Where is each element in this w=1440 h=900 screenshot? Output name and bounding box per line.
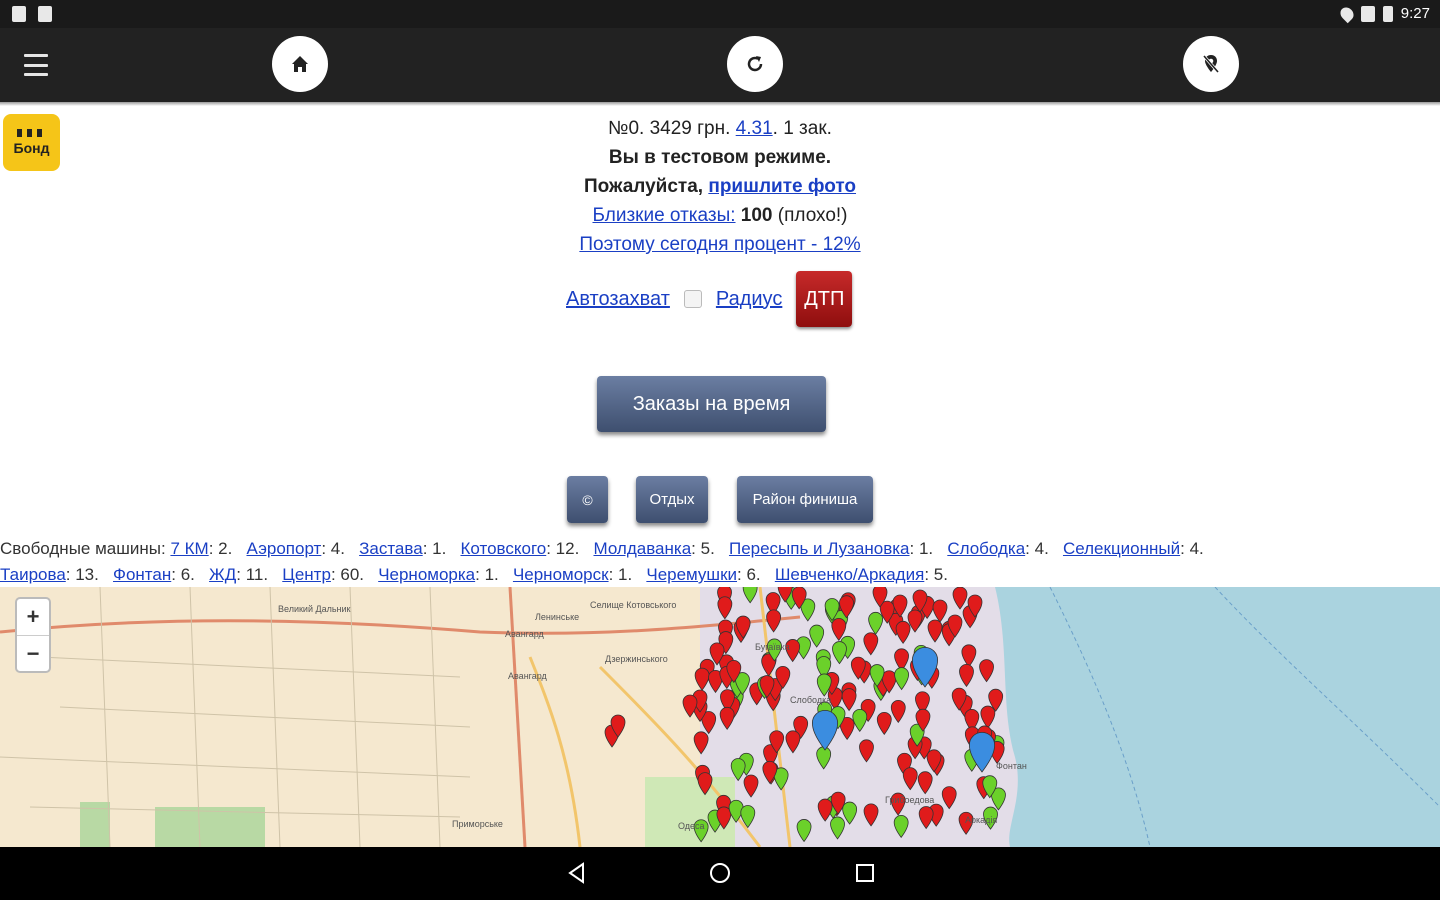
map-label: Слободка [790,695,831,705]
balance-line: №0. 3429 грн. 4.31. 1 зак. [608,118,832,139]
android-nav-bar [0,847,1440,900]
district-count: : 13. [65,565,114,584]
orders-by-time-button[interactable]: Заказы на время [597,376,826,432]
dtp-button[interactable]: ДТП [796,271,853,327]
district-link[interactable]: Фонтан [113,565,171,584]
map-label: Приморське [452,819,503,829]
back-icon[interactable] [565,861,589,885]
location-off-button[interactable] [1183,36,1239,92]
controls-row: Автозахват Радиус ДТП [566,270,853,328]
refusals-line: Близкие отказы: 100 (плохо!) [592,205,848,226]
rest-button[interactable]: Отдых [636,476,708,523]
home-icon [292,56,308,72]
refresh-button[interactable] [727,36,783,92]
zoom-control: + − [15,597,51,673]
district-count: : 1. [422,539,461,558]
map-label: Авангард [505,629,545,639]
battery-icon [1382,5,1393,22]
district-link[interactable]: 7 КМ [170,539,208,558]
free-cars-label: Свободные машины: [0,539,166,558]
map-label: Дзержинського [605,654,668,664]
district-link[interactable]: Котовского [460,539,546,558]
percent-link[interactable]: Поэтому сегодня процент - 12% [579,234,860,255]
district-link[interactable]: Селекционный [1063,539,1180,558]
district-count: : 5. [924,565,963,584]
district-count: : 12. [546,539,594,558]
location-off-icon [1202,55,1220,73]
district-link[interactable]: Застава [359,539,423,558]
map-label: Ленинське [535,612,579,622]
radius-link[interactable]: Радиус [716,288,782,311]
status-time: 9:27 [1400,5,1430,22]
map-canvas: Великий Дальник Ленинське Авангард Селище К… [0,587,1440,847]
district-link[interactable]: Слободка [947,539,1025,558]
copyright-button[interactable]: © [567,476,608,523]
district-count: : 1. [608,565,647,584]
status-left-icons [12,6,52,22]
hamburger-menu-icon[interactable] [22,50,50,80]
district-count: : 60. [330,565,379,584]
district-count: : 1. [475,565,513,584]
free-cars-line-1: Свободные машины: 7 КМ: 2. Аэропорт: 4. … [0,536,1440,562]
district-link[interactable]: Аэропорт [246,539,321,558]
zoom-out-button[interactable]: − [17,635,49,671]
map-label: Одеса [678,821,705,831]
home-button[interactable] [272,36,328,92]
free-cars-line-2: Таирова: 13. Фонтан: 6. ЖД: 11. Центр: 6… [0,562,1440,588]
home-circle-icon[interactable] [708,861,732,885]
map-label: Великий Дальник [278,604,351,614]
district-count: : 1. [909,539,948,558]
district-link[interactable]: Центр [282,565,331,584]
district-link[interactable]: Пересыпь и Лузановка [729,539,910,558]
map-label: Бугаївка [755,642,790,652]
sd-card-icon [12,6,26,22]
top-toolbar [0,28,1440,102]
district-link[interactable]: Шевченко/Аркадия [775,565,925,584]
map-label: Аркадія [965,815,997,825]
refresh-icon [747,56,763,72]
district-count: : 6. [171,565,210,584]
finish-area-button[interactable]: Район финиша [737,476,873,523]
map-label: Грибоедова [885,795,934,805]
logo-text: Бонд [13,140,50,156]
signal-icon [1360,5,1375,22]
status-bar: 9:27 [0,0,1440,28]
autocapture-checkbox[interactable] [683,290,702,308]
sd-card-icon [38,6,52,22]
zoom-in-button[interactable]: + [17,599,49,635]
district-count: : 4. [1025,539,1063,558]
toolbar-shadow [0,102,1440,106]
send-photo-link[interactable]: пришлите фото [708,176,856,197]
district-count: : 11. [236,565,283,584]
recents-square-icon[interactable] [853,861,877,885]
free-cars-list: Свободные машины: 7 КМ: 2. Аэропорт: 4. … [0,536,1440,588]
status-right: 9:27 [1337,4,1430,23]
district-link[interactable]: Молдаванка [593,539,691,558]
location-icon [1337,4,1356,23]
district-count: : 6. [737,565,775,584]
refusals-link[interactable]: Близкие отказы: [592,205,735,226]
test-mode-text: Вы в тестовом режиме. [608,147,832,168]
district-link[interactable]: Черноморск [513,565,609,584]
checker-icon [16,129,47,137]
district-count: : 5. [691,539,729,558]
map-view[interactable]: Великий Дальник Ленинське Авангард Селище К… [0,587,1440,847]
map-label: Фонтан [996,761,1027,771]
driver-info: №0. 3429 грн. 4.31. 1 зак. Вы в тестовом… [440,114,1000,259]
district-link[interactable]: ЖД [209,565,236,584]
district-count: : 4. [1180,539,1218,558]
map-label: Авангард [508,671,548,681]
district-link[interactable]: Черемушки [646,565,737,584]
percent-line: Поэтому сегодня процент - 12% [440,230,1000,259]
district-count: : 2. [208,539,247,558]
district-link[interactable]: Черноморка [378,565,475,584]
district-link[interactable]: Таирова [0,565,66,584]
map-label: Селище Котовського [590,600,676,610]
autocapture-link[interactable]: Автозахват [566,288,670,311]
send-photo-line: Пожалуйста, пришлите фото [583,176,857,197]
district-count: : 4. [321,539,360,558]
rating-link[interactable]: 4.31 [736,118,773,139]
taxi-logo[interactable]: Бонд [3,114,60,171]
